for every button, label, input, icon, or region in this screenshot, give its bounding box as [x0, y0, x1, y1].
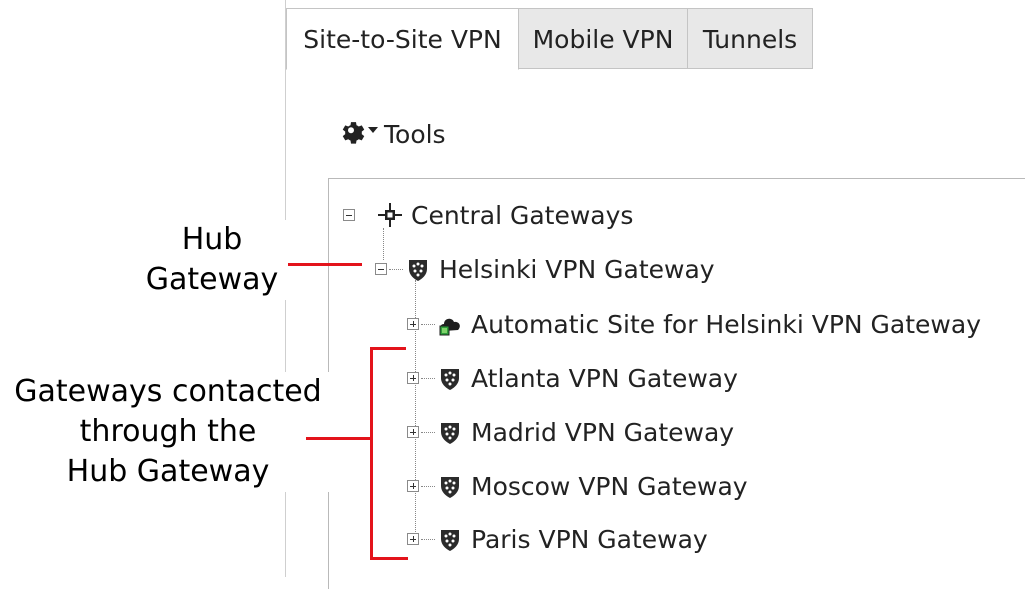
contacted-bracket	[370, 347, 373, 560]
tree-node-moscow[interactable]: Moscow VPN Gateway	[407, 466, 748, 506]
tree-node-paris[interactable]: Paris VPN Gateway	[407, 519, 708, 559]
tab-bar: Site-to-Site VPN Mobile VPN Tunnels	[286, 8, 1025, 70]
contacted-bracket-top	[370, 347, 406, 350]
collapse-toggle-icon[interactable]	[343, 209, 355, 221]
annotation-line: Hub Gateway	[66, 454, 270, 489]
tree-connector	[421, 377, 435, 379]
annotation-line: Gateways contacted	[14, 374, 322, 409]
expand-toggle-icon[interactable]	[407, 318, 419, 330]
shield-gateway-icon	[441, 530, 459, 551]
tree-node-atlanta[interactable]: Atlanta VPN Gateway	[407, 358, 738, 398]
tree-node-label: Paris VPN Gateway	[471, 524, 708, 554]
tree-node-label: Madrid VPN Gateway	[471, 417, 735, 447]
expand-toggle-icon[interactable]	[407, 372, 419, 384]
site-cloud-icon	[439, 318, 460, 336]
annotation-line: Hub	[181, 222, 243, 257]
tree-node-label: Helsinki VPN Gateway	[439, 254, 715, 284]
tree-node-label: Central Gateways	[411, 200, 634, 230]
caret-down-icon	[368, 127, 378, 133]
annotation-line: through the	[79, 414, 257, 449]
hub-gateway-annotation: Hub Gateway	[122, 220, 302, 300]
tree-node-central-gateways[interactable]: Central Gateways	[343, 195, 633, 235]
annotation-line: Gateway	[145, 262, 279, 297]
tree-node-label: Automatic Site for Helsinki VPN Gateway	[471, 309, 981, 339]
tree-connector	[421, 323, 435, 325]
tools-menu-button[interactable]: Tools	[336, 116, 446, 152]
tab-tunnels[interactable]: Tunnels	[687, 8, 813, 69]
shield-gateway-icon	[441, 477, 459, 498]
tree-node-label: Atlanta VPN Gateway	[471, 363, 738, 393]
tree-connector	[389, 268, 403, 270]
tab-site-to-site-vpn[interactable]: Site-to-Site VPN	[286, 8, 519, 70]
tree-node-helsinki[interactable]: Helsinki VPN Gateway	[375, 249, 715, 289]
contacted-callout-line	[306, 437, 372, 440]
expand-toggle-icon[interactable]	[407, 480, 419, 492]
tools-label: Tools	[384, 119, 446, 149]
tree-connector	[421, 431, 435, 433]
shield-gateway-icon	[441, 369, 459, 390]
gear-icon	[342, 122, 365, 144]
shield-gateway-icon	[441, 423, 459, 444]
collapse-toggle-icon[interactable]	[375, 263, 387, 275]
tree-connector	[421, 538, 435, 540]
tree-node-automatic-site[interactable]: Automatic Site for Helsinki VPN Gateway	[407, 304, 981, 344]
contacted-bracket-bottom	[370, 557, 408, 560]
hub-callout-line	[288, 263, 362, 266]
tree-node-madrid[interactable]: Madrid VPN Gateway	[407, 412, 734, 452]
tree-connector	[421, 485, 435, 487]
expand-toggle-icon[interactable]	[407, 426, 419, 438]
contacted-gateways-annotation: Gateways contacted through the Hub Gatew…	[0, 372, 336, 492]
shield-gateway-icon	[409, 260, 427, 281]
expand-toggle-icon[interactable]	[407, 533, 419, 545]
tab-mobile-vpn[interactable]: Mobile VPN	[518, 8, 688, 69]
central-gateways-icon	[378, 203, 402, 227]
tree-node-label: Moscow VPN Gateway	[471, 471, 748, 501]
